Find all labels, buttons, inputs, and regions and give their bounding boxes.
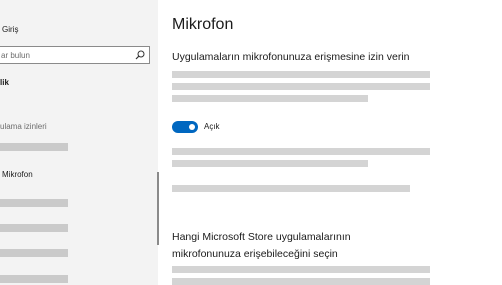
sidebar-item-placeholder[interactable] [0,199,68,207]
microphone-access-toggle[interactable] [172,121,198,133]
toggle-knob [189,124,195,130]
allow-access-heading: Uygulamaların mikrofonunuza erişmesine i… [172,51,410,63]
description-line [172,278,430,285]
description-line [172,266,430,273]
sidebar-item-placeholder[interactable] [0,224,68,232]
sidebar-item-placeholder[interactable] [0,249,68,257]
description-line [172,148,430,155]
sidebar-item-placeholder[interactable] [0,143,68,151]
sidebar-item-microphone[interactable]: Mikrofon [2,170,33,179]
sidebar-item-placeholder[interactable] [0,275,68,283]
toggle-state-label: Açık [204,122,220,131]
store-apps-heading: Hangi Microsoft Store uygulamalarının mi… [172,229,432,263]
sidebar: Giriş ar bulun lik ulama izinleri Mikrof… [0,0,158,285]
page-title: Mikrofon [172,16,234,33]
store-apps-heading-line2: mikrofonunuza erişebileceğini seçin [172,248,338,260]
search-icon[interactable] [135,50,145,60]
main-content: Mikrofon Uygulamaların mikrofonunuza eri… [160,0,502,285]
description-line [172,95,368,102]
store-apps-heading-line1: Hangi Microsoft Store uygulamalarının [172,231,351,243]
description-line [172,160,368,167]
description-line [172,71,430,78]
sidebar-category-label[interactable]: lik [0,78,9,87]
sidebar-scrollbar[interactable] [157,172,159,245]
search-placeholder: ar bulun [1,51,30,60]
settings-search-box[interactable]: ar bulun [0,46,150,64]
description-line [172,83,430,90]
description-link-line [172,185,410,192]
app-permissions-header: ulama izinleri [0,122,47,131]
home-link[interactable]: Giriş [2,25,18,34]
